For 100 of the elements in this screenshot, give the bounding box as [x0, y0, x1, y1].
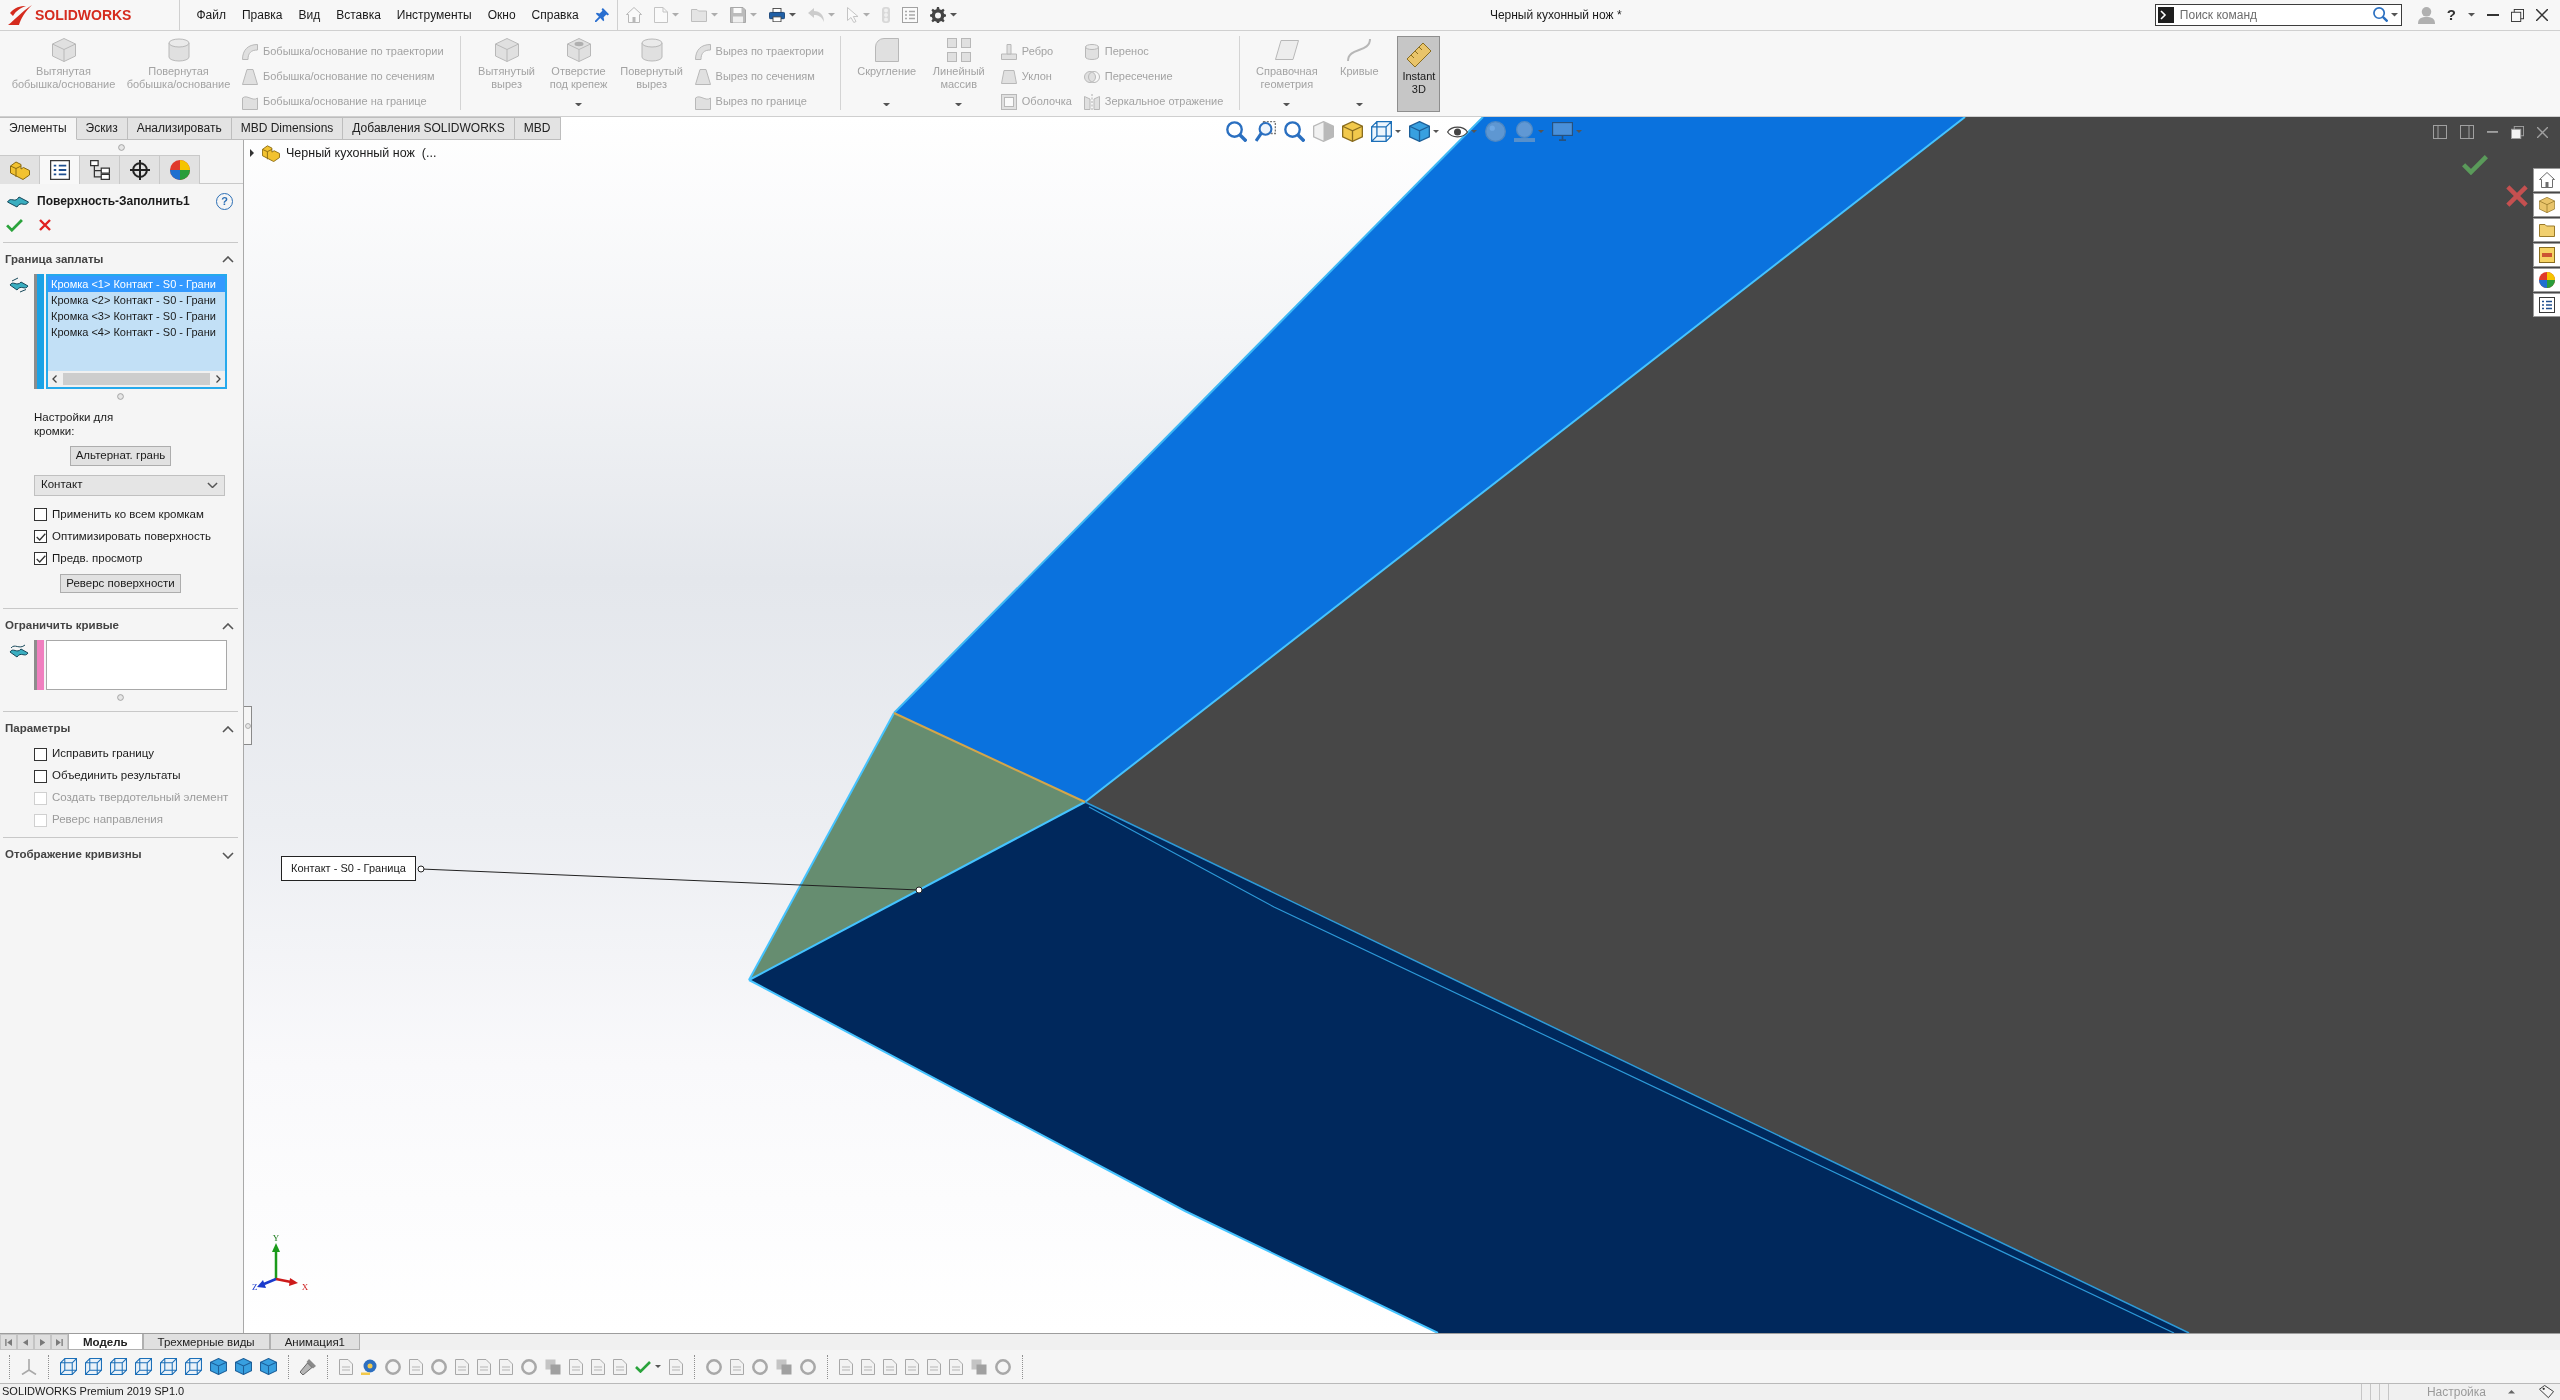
tab-scroll-button[interactable]	[34, 1334, 51, 1350]
chevron-up-icon[interactable]	[222, 256, 234, 264]
tape-measure-icon[interactable]	[361, 1358, 377, 1375]
ring-icon[interactable]	[521, 1358, 537, 1375]
stacked-squares-icon[interactable]	[971, 1358, 987, 1375]
restore-icon[interactable]	[2511, 125, 2524, 139]
wireframe-cube-icon[interactable]	[110, 1358, 127, 1375]
ribbon-tab[interactable]: Анализировать	[127, 117, 232, 140]
list-item[interactable]: Кромка <2> Контакт - S0 - Грани	[48, 291, 225, 308]
caret-icon[interactable]	[2508, 1390, 2515, 1394]
toggle-button[interactable]: Instant 3D	[1397, 36, 1441, 112]
page-icon[interactable]	[591, 1358, 605, 1375]
panel-handle[interactable]	[244, 706, 252, 745]
sphere-icon[interactable]	[1485, 121, 1506, 142]
wireframe-cube-icon[interactable]	[185, 1358, 202, 1375]
page-icon[interactable]	[499, 1358, 513, 1375]
window-panel-icon[interactable]	[2460, 125, 2474, 139]
ring-icon[interactable]	[706, 1358, 722, 1375]
wireframe-cube-icon[interactable]	[85, 1358, 102, 1375]
caret-icon[interactable]	[2468, 13, 2475, 17]
caret-icon[interactable]	[949, 13, 957, 17]
ribbon-tab[interactable]: MBD Dimensions	[231, 117, 344, 140]
menu-item[interactable]: Вставка	[328, 5, 389, 25]
menu-item[interactable]: Правка	[233, 5, 291, 25]
page-icon[interactable]	[883, 1358, 897, 1375]
splitter-dot-icon[interactable]	[118, 144, 125, 151]
view-tab[interactable]: Анимация1	[269, 1334, 360, 1350]
checkbox[interactable]	[34, 769, 47, 783]
monitor-icon[interactable]	[1552, 122, 1573, 141]
page-icon[interactable]	[613, 1358, 627, 1375]
chevron-up-icon[interactable]	[222, 725, 234, 733]
alternate-face-button[interactable]: Альтернат. грань	[69, 445, 172, 466]
task-pane-tab[interactable]	[2533, 293, 2560, 317]
ribbon-tab[interactable]: Элементы	[0, 117, 77, 140]
printer-icon[interactable]	[768, 7, 785, 23]
page-icon[interactable]	[409, 1358, 423, 1375]
page-icon[interactable]	[653, 7, 668, 23]
menu-item[interactable]: Вид	[290, 5, 329, 25]
magnifier-icon[interactable]	[2372, 7, 2388, 22]
condition-dropdown[interactable]: Контакт	[34, 474, 225, 496]
chevron-left-icon[interactable]	[52, 374, 57, 383]
pushpin-icon[interactable]	[594, 8, 609, 22]
panel-tab[interactable]	[120, 155, 160, 184]
eye-icon[interactable]	[1447, 124, 1468, 139]
task-pane-tab[interactable]	[2533, 268, 2560, 292]
tab-scroll-button[interactable]	[51, 1334, 68, 1350]
chevron-right-icon[interactable]	[216, 374, 221, 383]
cursor-arrow-icon[interactable]	[846, 7, 859, 23]
surface-arrows-icon[interactable]	[8, 276, 29, 293]
ring-icon[interactable]	[385, 1358, 401, 1375]
task-pane-tab[interactable]	[2533, 243, 2560, 267]
ring-icon[interactable]	[995, 1358, 1011, 1375]
chevron-down-icon[interactable]	[222, 851, 234, 859]
page-icon[interactable]	[339, 1358, 353, 1375]
selection-list[interactable]	[46, 640, 227, 691]
checkmark-icon[interactable]	[2462, 155, 2488, 175]
caret-icon[interactable]	[655, 1365, 661, 1368]
house-icon[interactable]	[625, 7, 642, 23]
caret-icon[interactable]	[788, 13, 796, 17]
magnifier-icon[interactable]	[1284, 121, 1305, 142]
horizontal-scrollbar[interactable]	[48, 370, 225, 387]
cross-icon[interactable]	[39, 219, 51, 232]
wireframe-cube-icon[interactable]	[60, 1358, 77, 1375]
checkbox-label[interactable]: Объединить результаты	[52, 769, 181, 784]
splitter-dot-icon[interactable]	[117, 694, 124, 702]
search-field[interactable]: Поиск команд	[2154, 4, 2402, 26]
page-icon[interactable]	[861, 1358, 875, 1375]
help-button[interactable]: ?	[2446, 6, 2456, 24]
reverse-surface-button[interactable]: Реверс поверхности	[60, 573, 181, 594]
axes-icon[interactable]	[21, 1358, 37, 1375]
page-icon[interactable]	[839, 1358, 853, 1375]
expand-arrow-icon[interactable]	[250, 149, 254, 157]
surface-wave-icon[interactable]	[8, 643, 29, 660]
stacked-squares-icon[interactable]	[776, 1358, 792, 1375]
wireframe-cube-icon[interactable]	[1371, 121, 1392, 142]
view-tab[interactable]: Модель	[68, 1334, 143, 1350]
menu-item[interactable]: Справка	[523, 5, 587, 25]
page-icon[interactable]	[477, 1358, 491, 1375]
window-panel-icon[interactable]	[2433, 125, 2447, 139]
list-item[interactable]: Кромка <4> Контакт - S0 - Грани	[48, 323, 225, 340]
cross-icon[interactable]	[2506, 185, 2528, 207]
checkbox-label[interactable]: Применить ко всем кромкам	[52, 507, 204, 522]
wireframe-cube-icon[interactable]	[160, 1358, 177, 1375]
chevron-up-icon[interactable]	[222, 622, 234, 630]
shaded-cube-icon[interactable]	[260, 1358, 277, 1375]
panel-tab[interactable]	[40, 155, 80, 184]
tab-scroll-button[interactable]	[0, 1334, 17, 1350]
tab-scroll-button[interactable]	[17, 1334, 34, 1350]
caret-icon[interactable]	[1433, 130, 1439, 133]
checkbox[interactable]	[34, 552, 47, 566]
page-icon[interactable]	[905, 1358, 919, 1375]
shaded-cube-icon[interactable]	[1409, 121, 1430, 142]
feature-tree-item[interactable]: Черный кухонный нож (...	[262, 144, 437, 162]
checkbox[interactable]	[34, 530, 47, 544]
sectioned-cube-icon[interactable]	[1313, 121, 1334, 142]
checkbox[interactable]	[34, 747, 47, 761]
caret-icon[interactable]	[2390, 13, 2398, 17]
user-silhouette-icon[interactable]	[2417, 6, 2435, 24]
page-icon[interactable]	[569, 1358, 583, 1375]
list-icon[interactable]	[901, 7, 918, 23]
